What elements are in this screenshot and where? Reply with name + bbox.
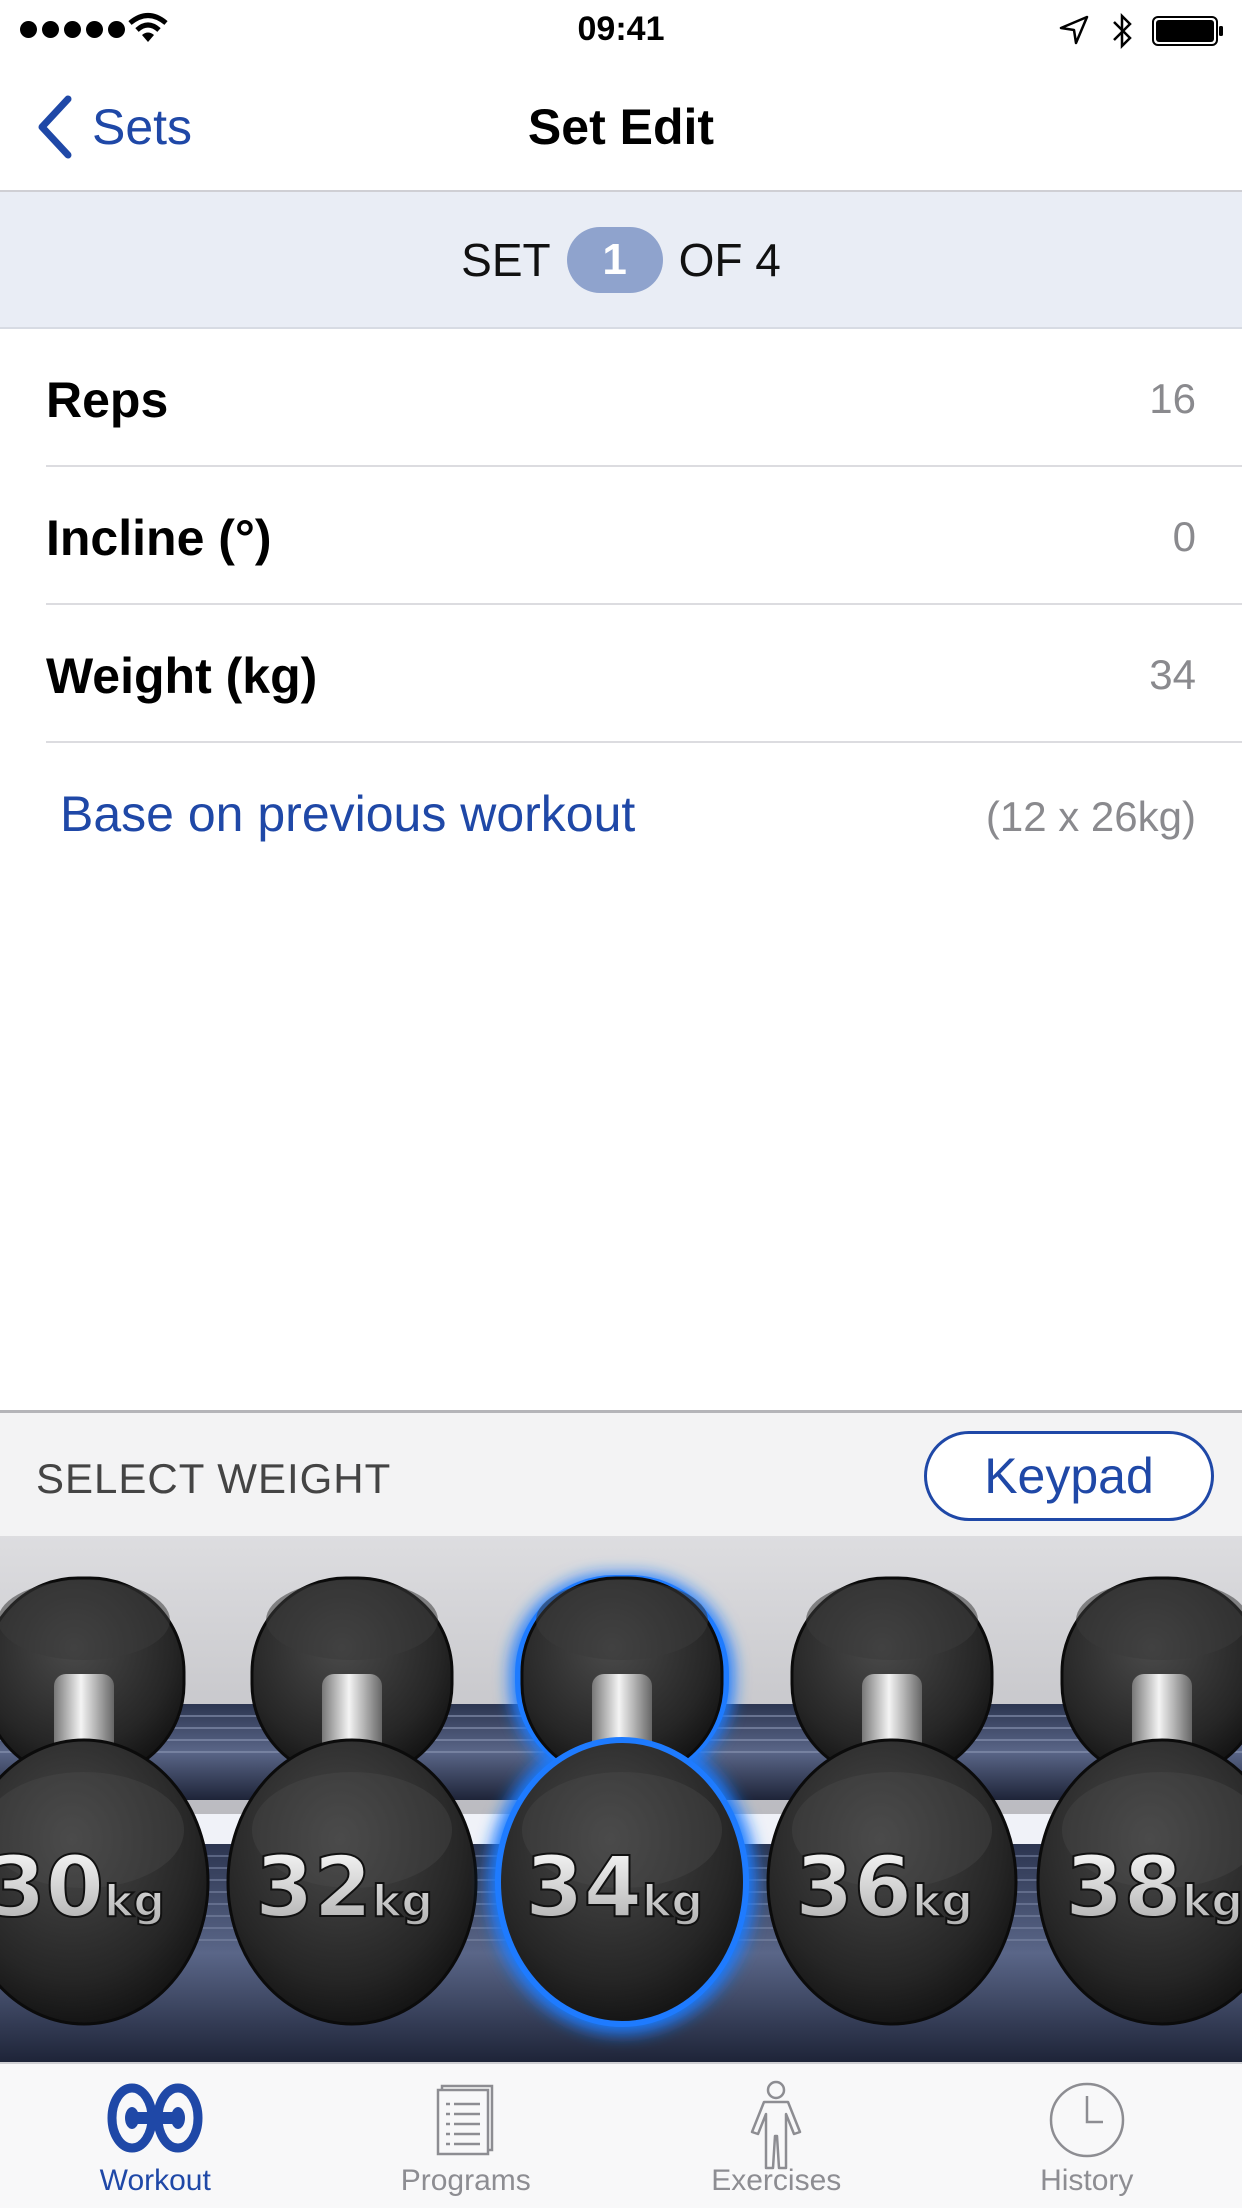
tab-workout-label: Workout: [99, 2164, 211, 2197]
dumbbell-38[interactable]: 38kg: [1036, 1576, 1242, 2026]
incline-row[interactable]: Incline (°) 0: [46, 467, 1242, 605]
base-on-previous-link[interactable]: Base on previous workout: [60, 785, 635, 843]
dumbbell-weight-unit: kg: [642, 1876, 703, 1927]
incline-value: 0: [1172, 513, 1196, 560]
dumbbell-weight-number: 34: [525, 1838, 642, 1936]
dumbbell-weight-unit: kg: [912, 1876, 973, 1927]
dumbbell-32[interactable]: 32kg: [226, 1576, 478, 2026]
incline-label: Incline (°): [46, 510, 272, 566]
tab-bar: Workout Programs Exercises History: [0, 2062, 1242, 2208]
weight-row[interactable]: Weight (kg) 34: [46, 605, 1242, 743]
dumbbell-weight-unit: kg: [104, 1876, 165, 1927]
current-set-badge[interactable]: 1: [566, 226, 663, 293]
bluetooth-icon: [1113, 12, 1132, 50]
tab-programs[interactable]: Programs: [311, 2064, 622, 2208]
history-icon: [1049, 2082, 1124, 2158]
weight-label: Weight (kg): [46, 648, 318, 704]
page-title: Set Edit: [527, 99, 715, 155]
dumbbell-rack[interactable]: 30kg 32kg 34kg 36kg 38kg: [0, 1536, 1242, 2062]
tab-history-label: History: [1040, 2164, 1134, 2197]
dumbbell-weight-unit: kg: [372, 1876, 433, 1927]
navigation-bar: Sets Set Edit: [0, 62, 1242, 192]
previous-workout-summary: (12 x 26kg): [985, 793, 1196, 840]
set-indicator: SET 1 OF 4: [0, 192, 1242, 329]
tab-programs-label: Programs: [400, 2164, 531, 2197]
programs-icon: [436, 2084, 493, 2156]
tab-workout[interactable]: Workout: [0, 2064, 311, 2208]
select-weight-bar: SELECT WEIGHT Keypad: [0, 1410, 1242, 1536]
status-bar: 09:41: [0, 0, 1242, 62]
battery-icon: [1152, 16, 1223, 46]
dumbbell-34[interactable]: 34kg: [488, 1574, 756, 2034]
dumbbell-weight-number: 30: [0, 1838, 104, 1936]
set-suffix: OF 4: [678, 233, 781, 286]
reps-row[interactable]: Reps 16: [46, 329, 1242, 467]
keypad-button[interactable]: Keypad: [924, 1431, 1214, 1521]
weight-value: 34: [1149, 651, 1196, 698]
dumbbell-30[interactable]: 30kg: [0, 1576, 210, 2026]
dumbbell-rack-graphic: 30kg 32kg 34kg 36kg 38kg: [0, 1574, 1242, 2062]
base-on-previous-row[interactable]: Base on previous workout (12 x 26kg): [0, 745, 1242, 883]
set-prefix: SET: [461, 233, 551, 286]
status-time: 09:41: [577, 10, 665, 48]
tab-exercises[interactable]: Exercises: [621, 2064, 932, 2208]
dumbbell-weight-unit: kg: [1182, 1876, 1242, 1927]
dumbbell-weight-number: 38: [1065, 1838, 1182, 1936]
dumbbell-36[interactable]: 36kg: [766, 1576, 1018, 2026]
dumbbell-weight-number: 36: [795, 1838, 912, 1936]
reps-value: 16: [1149, 375, 1196, 422]
dumbbell-weight-number: 32: [255, 1838, 372, 1936]
reps-label: Reps: [46, 372, 169, 428]
select-weight-label: SELECT WEIGHT: [36, 1455, 392, 1502]
tab-exercises-label: Exercises: [711, 2164, 842, 2197]
workout-icon: [107, 2083, 203, 2153]
location-arrow-icon: [1059, 15, 1089, 45]
exercises-icon: [751, 2080, 802, 2170]
tab-history[interactable]: History: [932, 2064, 1242, 2208]
